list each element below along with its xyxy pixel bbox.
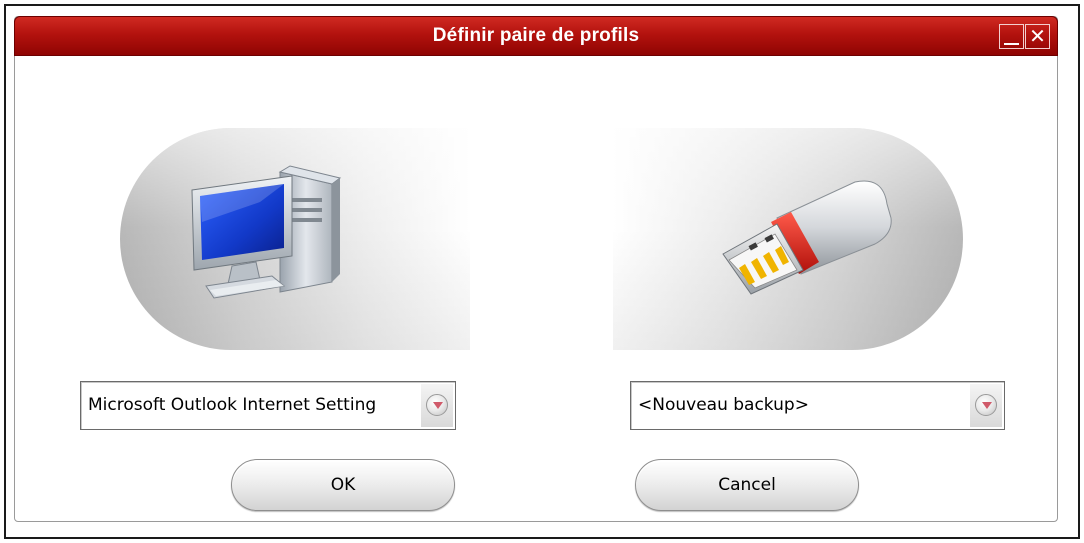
- destination-dropdown-button[interactable]: [970, 384, 1002, 427]
- source-profile-select[interactable]: Microsoft Outlook Internet Setting: [80, 381, 456, 430]
- source-dropdown-button[interactable]: [421, 384, 453, 427]
- chevron-down-icon: [975, 394, 997, 416]
- window-title: Définir paire de profils: [432, 25, 640, 46]
- source-profile-value: Microsoft Outlook Internet Setting: [88, 395, 377, 415]
- close-icon: ✕: [1029, 24, 1046, 48]
- cancel-button[interactable]: Cancel: [635, 459, 859, 511]
- minimize-button[interactable]: [999, 24, 1024, 49]
- desktop-computer-icon: [191, 165, 342, 299]
- destination-backup-select[interactable]: <Nouveau backup>: [630, 381, 1005, 430]
- usb-drive-icon: [722, 180, 892, 295]
- title-bar[interactable]: Définir paire de profils ✕: [14, 16, 1058, 56]
- minimize-icon: [1004, 43, 1019, 45]
- chevron-down-icon: [426, 394, 448, 416]
- close-button[interactable]: ✕: [1025, 24, 1050, 49]
- destination-backup-value: <Nouveau backup>: [638, 395, 809, 415]
- ok-button[interactable]: OK: [231, 459, 455, 511]
